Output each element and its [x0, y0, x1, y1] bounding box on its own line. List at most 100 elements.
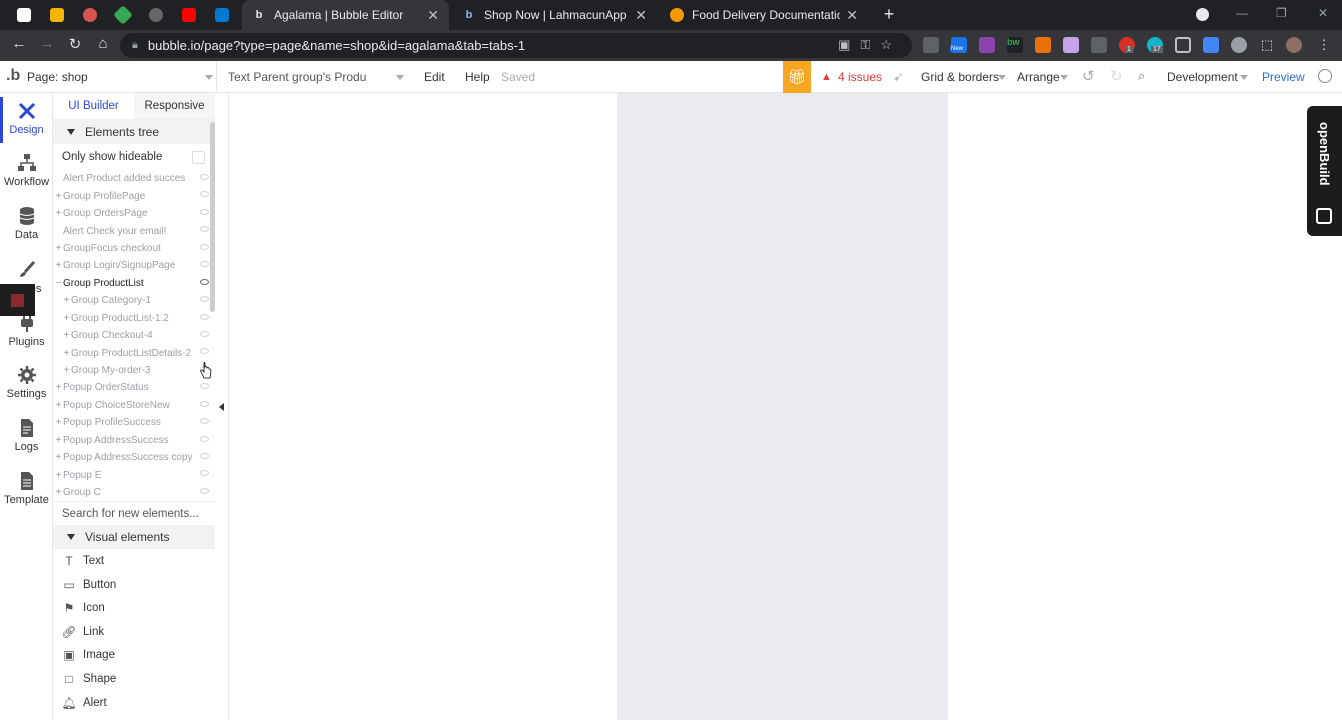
omnibox-actions[interactable]: ▣⚿☆: [838, 37, 902, 53]
tree-item[interactable]: + GroupFocus checkout: [53, 240, 215, 257]
tree-item[interactable]: − Group ProductList: [53, 275, 215, 292]
only-show-hideable-checkbox[interactable]: [192, 151, 205, 164]
rail-logs[interactable]: Logs: [0, 418, 53, 453]
tree-item[interactable]: + Popup E: [53, 466, 215, 483]
expand-icon[interactable]: +: [54, 417, 63, 428]
tree-item[interactable]: + Popup ProfileSuccess: [53, 414, 215, 431]
tree-item[interactable]: + Group ProductList-1.2: [53, 310, 215, 327]
tree-item[interactable]: + Popup AddressSuccess: [53, 432, 215, 449]
eye-icon[interactable]: [200, 470, 209, 477]
visual-element-icon[interactable]: ⚑ Icon: [53, 597, 215, 621]
reload-icon[interactable]: ↻: [64, 35, 86, 53]
extension-qr-icon[interactable]: [1175, 37, 1191, 53]
pinned-tab-diamond-icon[interactable]: [113, 5, 133, 25]
preview-button[interactable]: Preview: [1262, 70, 1305, 84]
expand-icon[interactable]: +: [54, 435, 63, 446]
extension-purple-icon[interactable]: [979, 37, 995, 53]
expand-icon[interactable]: +: [54, 400, 63, 411]
visual-element-link[interactable]: 🔗︎ Link: [53, 620, 215, 644]
home-icon[interactable]: ⌂: [92, 35, 114, 52]
eye-icon[interactable]: [200, 313, 209, 320]
tree-item[interactable]: + Group ProfilePage: [53, 187, 215, 204]
visual-element-text[interactable]: T Text: [53, 549, 215, 573]
minimize-icon[interactable]: —: [1236, 6, 1248, 20]
tree-item[interactable]: + Group OrdersPage: [53, 205, 215, 222]
close-tab-icon[interactable]: ✕: [427, 7, 439, 24]
openbuild-widget[interactable]: openBuild: [1307, 106, 1342, 236]
extension-pen-icon[interactable]: [1063, 37, 1079, 53]
tab-bubble-editor[interactable]: b Agalama | Bubble Editor ✕: [242, 0, 449, 30]
expand-icon[interactable]: +: [62, 313, 71, 324]
tree-item[interactable]: + Group Category-1: [53, 292, 215, 309]
extensions-puzzle-icon[interactable]: ⬚: [1259, 37, 1275, 53]
expand-icon[interactable]: +: [62, 348, 71, 359]
redo-icon[interactable]: ↻: [1110, 67, 1123, 85]
elements-tree-scrollbar[interactable]: [210, 122, 215, 312]
extension-bw-icon[interactable]: bw: [1007, 37, 1023, 53]
eye-icon[interactable]: [200, 261, 209, 268]
close-tab-icon[interactable]: ✕: [635, 7, 647, 24]
rail-template[interactable]: Template: [0, 471, 53, 506]
undo-icon[interactable]: ↺: [1082, 67, 1095, 85]
browser-menu-icon[interactable]: ⋮: [1316, 37, 1332, 53]
rail-plugins[interactable]: Plugins: [0, 313, 53, 348]
search-icon[interactable]: ⌕: [1138, 68, 1145, 84]
element-selector[interactable]: Text Parent group's Produ: [228, 70, 366, 84]
extension-gear-icon[interactable]: [1203, 37, 1219, 53]
tab-food-delivery-docs[interactable]: Food Delivery Documentation ✕: [660, 0, 868, 30]
collapse-icon[interactable]: −: [54, 278, 63, 289]
pinned-tab-globe-icon[interactable]: [146, 5, 166, 25]
expand-icon[interactable]: +: [62, 295, 71, 306]
pinned-tab-bookmark-icon[interactable]: [47, 5, 67, 25]
record-stop-icon[interactable]: [0, 284, 35, 316]
eye-icon[interactable]: [200, 453, 209, 459]
tree-item[interactable]: + Popup OrderStatus: [53, 379, 215, 396]
visual-elements-header[interactable]: Visual elements: [53, 525, 215, 550]
eye-icon[interactable]: [200, 487, 209, 494]
new-tab-icon[interactable]: +: [878, 4, 900, 25]
page-canvas[interactable]: [228, 93, 1342, 720]
eye-icon[interactable]: [200, 418, 209, 425]
pinned-tab-notion-icon[interactable]: [14, 5, 34, 25]
gift-icon[interactable]: 🎁︎: [783, 61, 811, 93]
visual-element-alert[interactable]: 🔔︎ Alert: [53, 691, 215, 715]
eye-icon[interactable]: [200, 226, 209, 233]
expand-icon[interactable]: +: [54, 243, 63, 254]
visual-element-button[interactable]: ▭ Button: [53, 573, 215, 597]
maximize-icon[interactable]: ❐: [1276, 6, 1287, 20]
tree-item[interactable]: + Group My-order-3: [53, 362, 215, 379]
forward-icon[interactable]: →: [36, 35, 58, 52]
expand-icon[interactable]: +: [54, 382, 63, 393]
rail-design[interactable]: Design: [0, 97, 53, 143]
edit-menu[interactable]: Edit: [424, 70, 445, 84]
extension-new-icon[interactable]: New: [950, 37, 967, 53]
expand-icon[interactable]: +: [54, 487, 63, 498]
tab-search-icon[interactable]: [1196, 8, 1209, 21]
close-tab-icon[interactable]: ✕: [846, 7, 858, 24]
tree-item[interactable]: + Group C: [53, 484, 215, 501]
extension-grey-icon[interactable]: [1231, 37, 1247, 53]
eye-icon[interactable]: [200, 400, 209, 407]
eye-icon[interactable]: [200, 243, 209, 250]
rail-data[interactable]: Data: [0, 206, 53, 241]
expand-icon[interactable]: +: [54, 452, 63, 463]
tree-item[interactable]: Alert Check your email!: [53, 222, 215, 239]
expand-icon[interactable]: +: [54, 208, 63, 219]
extension-orange-icon[interactable]: [1035, 37, 1051, 53]
pinned-tab-youtube-icon[interactable]: [179, 5, 199, 25]
visual-element-image[interactable]: ▣ Image: [53, 644, 215, 668]
pinned-tab-chrome-icon[interactable]: [80, 5, 100, 25]
tree-item[interactable]: + Group Login/SignupPage: [53, 257, 215, 274]
user-icon[interactable]: [1318, 69, 1332, 83]
extension-red-icon[interactable]: 1: [1119, 37, 1135, 53]
back-icon[interactable]: ←: [8, 35, 30, 52]
help-menu[interactable]: Help: [465, 70, 490, 84]
address-bar[interactable]: 🔒︎ bubble.io/page?type=page&name=shop&id…: [120, 33, 912, 58]
tree-item[interactable]: + Popup ChoiceStoreNew: [53, 397, 215, 414]
tab-shop-now[interactable]: b Shop Now | LahmacunApp ✕: [452, 0, 657, 30]
visual-element-shape[interactable]: □ Shape: [53, 667, 215, 691]
expand-icon[interactable]: +: [54, 260, 63, 271]
close-window-icon[interactable]: ✕: [1318, 6, 1328, 20]
rail-settings[interactable]: Settings: [0, 365, 53, 400]
expand-icon[interactable]: +: [62, 365, 71, 376]
